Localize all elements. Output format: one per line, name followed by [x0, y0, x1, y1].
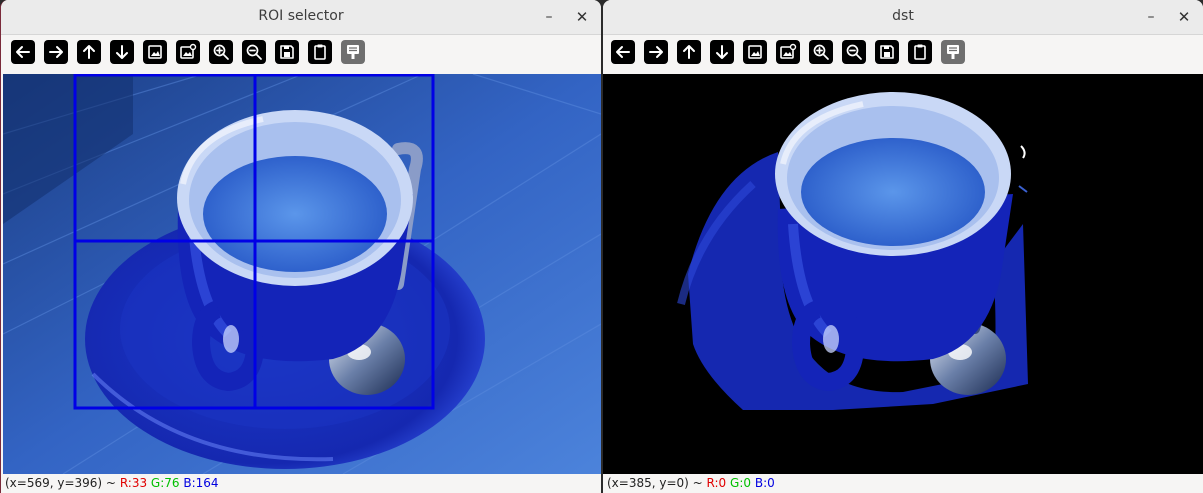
copy-button[interactable] — [308, 40, 332, 64]
arrow-up-icon — [83, 45, 95, 59]
image-icon — [748, 45, 762, 59]
window-title: dst — [892, 8, 914, 24]
zoom-in-button[interactable] — [809, 40, 833, 64]
copy-button[interactable] — [908, 40, 932, 64]
pan-down-button[interactable] — [110, 40, 134, 64]
pixel-red-value: R:33 — [119, 476, 148, 490]
pan-left-button[interactable] — [11, 40, 35, 64]
save-button[interactable] — [275, 40, 299, 64]
titlebar[interactable]: dst – ✕ — [603, 0, 1203, 35]
properties-icon — [347, 45, 359, 59]
roi-selector-window: ROI selector – ✕ (x=569, y=396) ~ R:33 G… — [0, 0, 601, 493]
pan-right-button[interactable] — [44, 40, 68, 64]
pixel-green-value: G:0 — [730, 476, 752, 490]
zoom-out-button[interactable] — [242, 40, 266, 64]
status-bar: (x=569, y=396) ~ R:33 G:76 B:164 — [1, 474, 601, 493]
properties-button[interactable] — [941, 40, 965, 64]
pan-down-button[interactable] — [710, 40, 734, 64]
pan-up-button[interactable] — [77, 40, 101, 64]
arrow-right-icon — [49, 46, 63, 58]
arrow-up-icon — [683, 45, 695, 59]
zoom-in-icon — [813, 44, 829, 60]
close-button[interactable]: ✕ — [1174, 7, 1194, 27]
pan-up-button[interactable] — [677, 40, 701, 64]
pixel-blue-value: B:0 — [754, 476, 775, 490]
pan-right-button[interactable] — [644, 40, 668, 64]
pixel-red-value: R:0 — [706, 476, 727, 490]
cursor-coords: (x=385, y=0) ~ — [607, 476, 703, 490]
pixel-green-value: G:76 — [150, 476, 180, 490]
segmented-cup-photo — [603, 74, 1203, 474]
pan-left-button[interactable] — [611, 40, 635, 64]
dst-window: dst – ✕ (x=385, y=0) ~ R:0 G:0 B:0 — [603, 0, 1203, 493]
image-settings-icon — [780, 43, 797, 59]
clipboard-icon — [314, 44, 326, 60]
zoom-out-icon — [246, 44, 262, 60]
cursor-coords: (x=569, y=396) ~ — [5, 476, 116, 490]
zoom-100-button[interactable] — [176, 40, 200, 64]
window-title: ROI selector — [258, 8, 344, 24]
status-bar: (x=385, y=0) ~ R:0 G:0 B:0 — [603, 474, 1203, 493]
toolbar — [1, 35, 601, 74]
minimize-button[interactable]: – — [539, 7, 559, 27]
arrow-right-icon — [649, 46, 663, 58]
save-icon — [880, 45, 894, 59]
image-canvas[interactable] — [603, 74, 1203, 474]
arrow-left-icon — [16, 46, 30, 58]
image-settings-icon — [180, 43, 197, 59]
close-button[interactable]: ✕ — [572, 7, 592, 27]
zoom-in-icon — [213, 44, 229, 60]
zoom-out-icon — [846, 44, 862, 60]
arrow-down-icon — [716, 45, 728, 59]
zoom-in-button[interactable] — [209, 40, 233, 64]
clipboard-icon — [914, 44, 926, 60]
properties-icon — [947, 45, 959, 59]
arrow-down-icon — [116, 45, 128, 59]
save-icon — [280, 45, 294, 59]
zoom-out-button[interactable] — [842, 40, 866, 64]
image-canvas[interactable] — [3, 74, 601, 474]
pixel-blue-value: B:164 — [183, 476, 219, 490]
coffee-cup-photo — [3, 74, 601, 474]
image-icon — [148, 45, 162, 59]
zoom-reset-button[interactable] — [743, 40, 767, 64]
titlebar[interactable]: ROI selector – ✕ — [1, 0, 601, 35]
arrow-left-icon — [616, 46, 630, 58]
zoom-100-button[interactable] — [776, 40, 800, 64]
zoom-reset-button[interactable] — [143, 40, 167, 64]
minimize-button[interactable]: – — [1141, 7, 1161, 27]
toolbar — [603, 35, 1203, 74]
properties-button[interactable] — [341, 40, 365, 64]
save-button[interactable] — [875, 40, 899, 64]
